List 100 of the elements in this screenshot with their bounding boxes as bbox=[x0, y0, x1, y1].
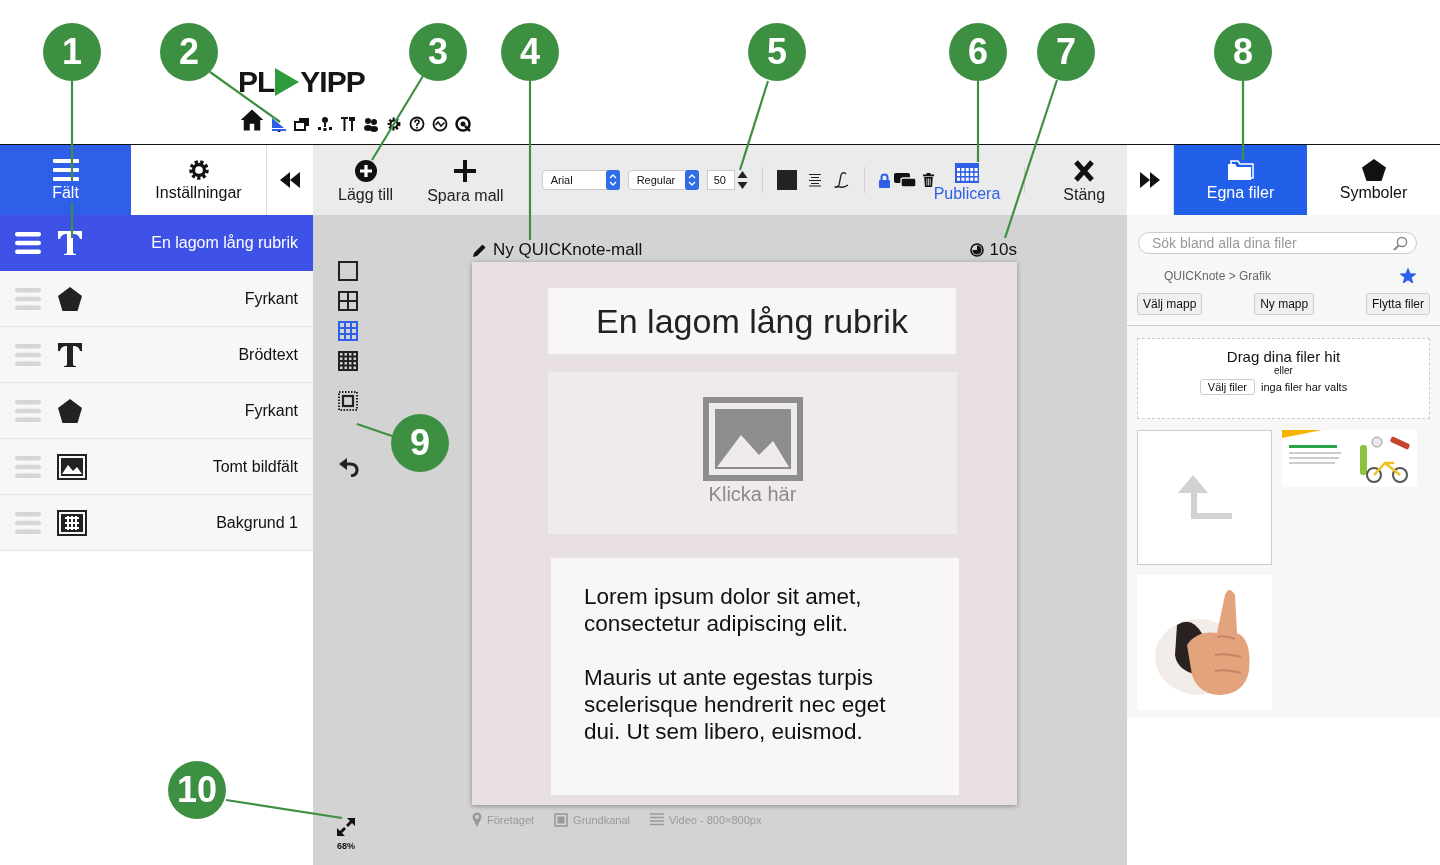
star-icon[interactable] bbox=[1400, 268, 1416, 284]
play-icon[interactable] bbox=[271, 116, 287, 132]
chart-icon[interactable] bbox=[432, 116, 448, 132]
q-icon[interactable] bbox=[455, 116, 471, 132]
text-block[interactable]: Lorem ipsum dolor sit amet, consectetur adipiscing elit. Mauris ut ante egestas turpis scelerisque hendrerit nec eget dui. Ut sem libero, euismod. bbox=[551, 558, 959, 795]
callout-number: 4 bbox=[501, 23, 559, 81]
publish-button[interactable]: Publicera bbox=[933, 163, 1001, 203]
callout-number: 5 bbox=[748, 23, 806, 81]
double-arrow-right-icon bbox=[1140, 172, 1160, 188]
color-swatch[interactable] bbox=[776, 170, 797, 190]
stepper-icon bbox=[605, 170, 620, 190]
text-icon bbox=[57, 341, 83, 368]
search-field[interactable]: Sök bland alla dina filer bbox=[1138, 232, 1417, 254]
folder-button[interactable]: Ny mapp bbox=[1254, 293, 1315, 315]
tools-icon[interactable] bbox=[340, 116, 356, 132]
script-font-icon[interactable] bbox=[833, 171, 850, 189]
double-arrow-left-icon bbox=[280, 172, 300, 188]
callout-number: 2 bbox=[160, 23, 218, 81]
leader-line bbox=[356, 422, 393, 438]
stepper-icon bbox=[684, 170, 699, 190]
drop-title: Drag dina filer hit bbox=[1226, 348, 1341, 365]
square-icon bbox=[554, 812, 569, 827]
font-size-field[interactable]: 50 bbox=[706, 170, 735, 190]
drag-handle-icon[interactable] bbox=[15, 511, 41, 534]
zoom-level: 68% bbox=[337, 841, 355, 851]
menu-icon bbox=[52, 158, 79, 181]
pentagon-icon bbox=[57, 397, 83, 424]
help-icon[interactable] bbox=[409, 116, 425, 132]
lock-icon[interactable] bbox=[878, 172, 890, 188]
home-icon[interactable] bbox=[240, 108, 264, 132]
leader-line bbox=[209, 71, 281, 123]
timer-icon bbox=[969, 243, 984, 257]
logo-text: YIPP bbox=[300, 65, 365, 99]
layer-item[interactable]: Fyrkant bbox=[0, 271, 313, 327]
parent-folder-tile[interactable] bbox=[1137, 430, 1272, 565]
folder-path: QUICKnote > Grafik bbox=[1164, 269, 1272, 283]
leader-line bbox=[70, 203, 74, 238]
align-center-icon[interactable] bbox=[807, 173, 822, 187]
heading-text: En lagom lång rubrik bbox=[596, 301, 908, 341]
drag-handle-icon[interactable] bbox=[15, 455, 41, 478]
image-hint: Klicka här bbox=[708, 483, 797, 506]
layer-item[interactable]: Bakgrund 1 bbox=[0, 495, 313, 551]
folder-icon bbox=[1226, 158, 1255, 181]
undo-icon[interactable] bbox=[338, 457, 360, 477]
layer-item[interactable]: Fyrkant bbox=[0, 383, 313, 439]
folder-button[interactable]: Välj mapp bbox=[1137, 293, 1203, 315]
dotted-frame-icon[interactable] bbox=[338, 391, 358, 411]
callout-number: 7 bbox=[1037, 23, 1095, 81]
callout-number: 3 bbox=[409, 23, 467, 81]
drag-handle-icon[interactable] bbox=[15, 399, 41, 422]
heading-block[interactable]: En lagom lång rubrik bbox=[548, 288, 956, 354]
callout-number: 6 bbox=[949, 23, 1007, 81]
grid-layout-icon[interactable] bbox=[338, 291, 358, 311]
template-title: Ny QUICKnote-mall bbox=[493, 240, 643, 260]
lines-icon bbox=[649, 813, 664, 826]
drop-zone[interactable]: Drag dina filer hit eller Välj filer inga filer har valts bbox=[1137, 338, 1430, 419]
trash-icon[interactable] bbox=[922, 173, 934, 187]
body-paragraph: Lorem ipsum dolor sit amet, consectetur adipiscing elit. bbox=[584, 583, 863, 637]
location-pin-icon bbox=[472, 812, 482, 827]
info-label: Grundkanal bbox=[573, 813, 630, 826]
close-button[interactable]: Stäng bbox=[1063, 160, 1106, 204]
text-icon bbox=[57, 230, 83, 256]
font-select[interactable]: Arial bbox=[541, 170, 620, 190]
layer-item[interactable]: Tomt bildfält bbox=[0, 439, 313, 495]
drag-handle-icon[interactable] bbox=[15, 287, 41, 310]
panel-tab[interactable]: Egna filer bbox=[1174, 145, 1307, 215]
body-paragraph: Mauris ut ante egestas turpis scelerisque hendrerit nec eget dui. Ut sem libero, euismod. bbox=[584, 664, 887, 745]
grid-layout-icon[interactable] bbox=[338, 261, 358, 281]
plus-circle-icon bbox=[354, 160, 377, 182]
font-weight-select[interactable]: Regular bbox=[627, 170, 699, 190]
calendar-icon bbox=[955, 163, 979, 183]
callout-number: 8 bbox=[1214, 23, 1272, 81]
folder-button[interactable]: Flytta filer bbox=[1365, 293, 1430, 315]
layer-item[interactable]: Brödtext bbox=[0, 327, 313, 383]
drag-handle-icon[interactable] bbox=[15, 343, 41, 366]
search-icon bbox=[1393, 236, 1408, 251]
people-icon[interactable] bbox=[363, 116, 379, 132]
file-status: inga filer har valts bbox=[1260, 381, 1348, 393]
play-logo-icon bbox=[275, 68, 300, 96]
panel-tab[interactable]: Fält bbox=[0, 145, 131, 215]
duration: 10s bbox=[989, 240, 1017, 260]
image-icon bbox=[702, 397, 803, 481]
close-icon bbox=[1073, 160, 1096, 182]
pencil-icon bbox=[472, 242, 487, 258]
drop-or-text: eller bbox=[1274, 365, 1293, 376]
network-icon[interactable] bbox=[317, 116, 333, 132]
pentagon-icon bbox=[1361, 158, 1386, 181]
layer-item[interactable]: En lagom lång rubrik bbox=[0, 215, 313, 271]
gear-icon[interactable] bbox=[386, 116, 402, 132]
choose-files-button[interactable]: Välj filer bbox=[1199, 379, 1255, 395]
save-template-button[interactable]: Spara mall bbox=[427, 159, 504, 205]
info-label: Företaget bbox=[487, 813, 535, 826]
chat-icon[interactable] bbox=[893, 172, 917, 188]
add-button[interactable]: Lägg till bbox=[338, 160, 394, 204]
windows-icon[interactable] bbox=[294, 116, 310, 132]
plus-icon bbox=[453, 159, 478, 183]
info-label: Video - 800×800px bbox=[668, 813, 762, 826]
drag-handle-icon[interactable] bbox=[15, 232, 41, 254]
grid-layout-icon[interactable] bbox=[338, 351, 358, 371]
resize-icon[interactable] bbox=[335, 816, 357, 838]
